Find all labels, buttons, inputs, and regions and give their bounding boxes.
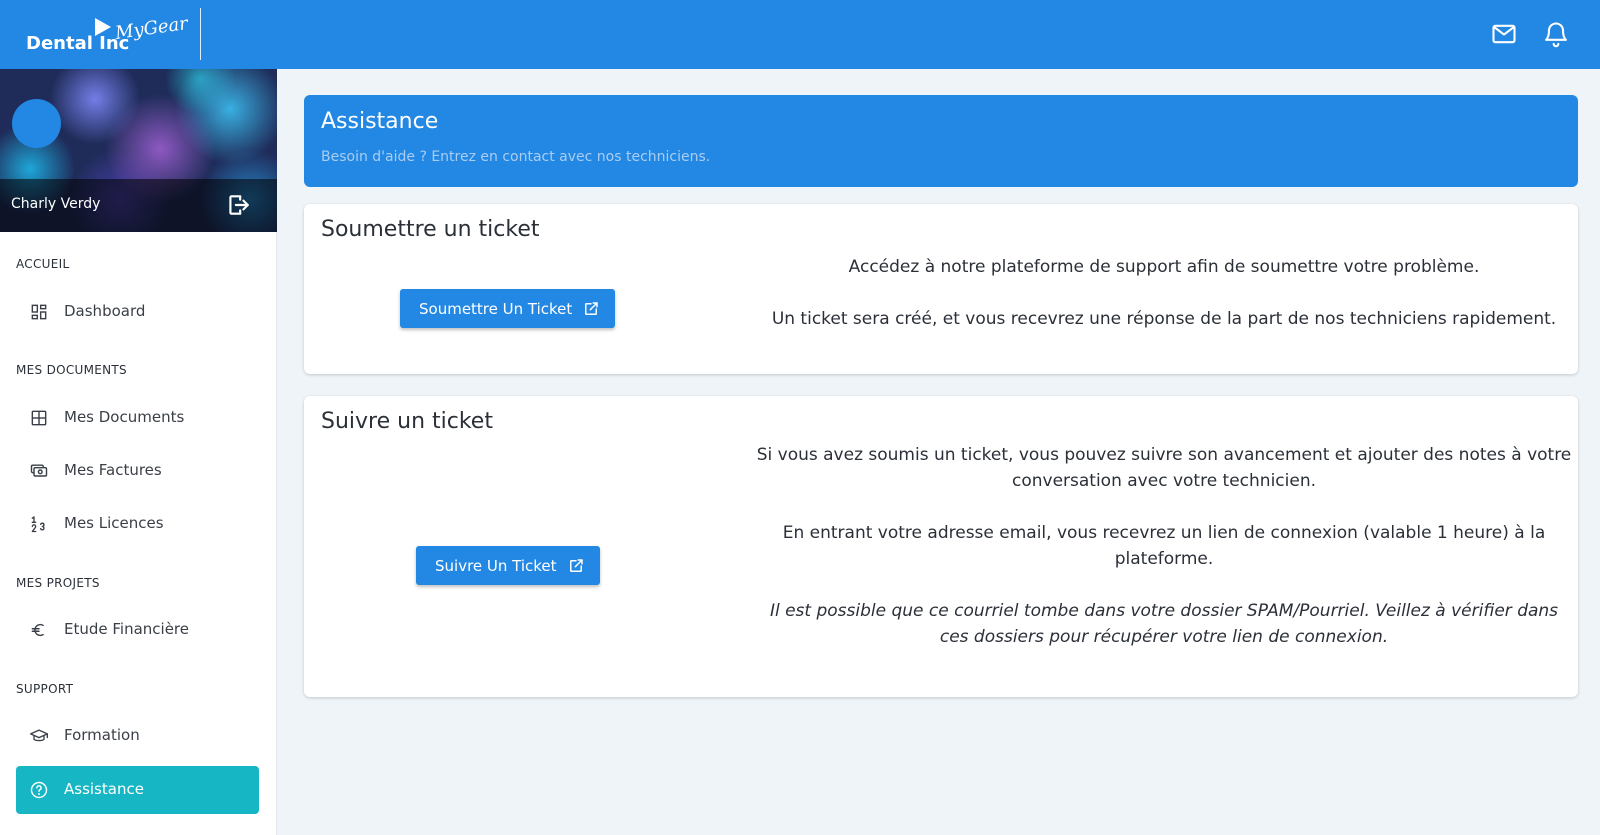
sidebar-item-formation[interactable]: Formation	[16, 712, 259, 760]
sidebar-item-dashboard[interactable]: Dashboard	[16, 288, 259, 336]
sidebar-item-label: Mes Factures	[64, 461, 162, 479]
external-link-icon	[585, 301, 599, 315]
page-subtitle: Besoin d'aide ? Entrez en contact avec n…	[321, 149, 711, 165]
card-paragraph: Si vous avez soumis un ticket, vous pouv…	[756, 445, 1572, 491]
section-title-projets: MES PROJETS	[16, 576, 100, 590]
button-label: Suivre Un Ticket	[435, 556, 557, 575]
submit-ticket-description: Accédez à notre plateforme de support af…	[754, 254, 1574, 332]
external-link-icon	[569, 558, 583, 572]
section-title-accueil: ACCUEIL	[16, 257, 70, 271]
submit-ticket-card: Soumettre un ticket Soumettre Un Ticket …	[304, 204, 1578, 374]
avatar[interactable]	[12, 99, 61, 148]
page-header: Assistance Besoin d'aide ? Entrez en con…	[304, 95, 1578, 187]
sidebar-item-assistance[interactable]: Assistance	[16, 766, 259, 814]
brand-divider	[200, 8, 201, 60]
bell-icon[interactable]	[1542, 20, 1570, 48]
sidebar-item-label: Mes Documents	[64, 408, 185, 426]
euro-icon	[31, 623, 44, 637]
card-title: Soumettre un ticket	[321, 217, 540, 242]
sidebar-item-mes-documents[interactable]: Mes Documents	[16, 394, 259, 442]
logout-icon[interactable]	[225, 192, 251, 218]
mail-icon[interactable]	[1490, 20, 1518, 48]
follow-ticket-card: Suivre un ticket Suivre Un Ticket Si vou…	[304, 396, 1578, 697]
sidebar: Charly Verdy ACCUEIL Dashboard MES DOCUM…	[0, 69, 277, 835]
brand-logo[interactable]: Dental Inc MyGear	[26, 13, 206, 58]
card-title: Suivre un ticket	[321, 409, 493, 434]
profile-name: Charly Verdy	[11, 196, 101, 212]
section-title-documents: MES DOCUMENTS	[16, 363, 127, 377]
card-paragraph: Accédez à notre plateforme de support af…	[848, 257, 1480, 277]
follow-ticket-description: Si vous avez soumis un ticket, vous pouv…	[754, 442, 1574, 650]
sidebar-item-mes-licences[interactable]: Mes Licences	[16, 500, 259, 548]
sidebar-item-mes-factures[interactable]: Mes Factures	[16, 447, 259, 495]
cash-icon	[30, 464, 48, 477]
brand-subtitle: MyGear	[113, 13, 190, 44]
page-title: Assistance	[321, 109, 439, 134]
profile-bar: Charly Verdy	[0, 179, 277, 232]
card-paragraph: Un ticket sera créé, et vous recevrez un…	[771, 309, 1557, 329]
grid-icon	[31, 410, 47, 426]
dashboard-icon	[31, 304, 47, 320]
button-label: Soumettre Un Ticket	[419, 299, 573, 318]
top-bar: Dental Inc MyGear	[0, 0, 1600, 69]
sidebar-item-label: Etude Financière	[64, 620, 190, 638]
graduation-cap-icon	[30, 729, 48, 742]
sidebar-item-etude-financiere[interactable]: Etude Financière	[16, 606, 259, 654]
numbers-icon	[31, 516, 45, 533]
spam-notice: Il est possible que ce courriel tombe da…	[769, 601, 1559, 647]
card-paragraph: En entrant votre adresse email, vous rec…	[782, 523, 1546, 569]
help-circle-icon	[30, 781, 48, 799]
follow-ticket-button[interactable]: Suivre Un Ticket	[416, 546, 600, 585]
brand-name: Dental Inc	[26, 33, 130, 54]
sidebar-item-label: Dashboard	[64, 302, 146, 320]
sidebar-item-label: Formation	[64, 726, 140, 744]
profile-card: Charly Verdy	[0, 69, 277, 232]
sidebar-item-label: Mes Licences	[64, 514, 164, 532]
submit-ticket-button[interactable]: Soumettre Un Ticket	[400, 289, 616, 328]
section-title-support: SUPPORT	[16, 682, 74, 696]
sidebar-item-label: Assistance	[64, 780, 144, 798]
